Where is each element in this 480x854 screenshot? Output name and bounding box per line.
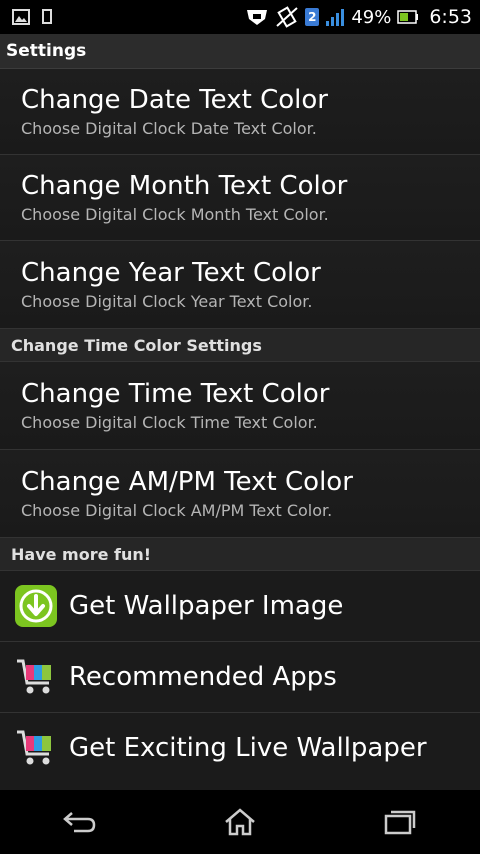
status-bar: 2 49% 6:53: [0, 0, 480, 34]
item-label: Get Wallpaper Image: [69, 591, 344, 621]
item-label: Recommended Apps: [69, 662, 337, 692]
shield-icon: [245, 7, 269, 27]
pref-date-text-color[interactable]: Change Date Text Color Choose Digital Cl…: [0, 69, 480, 155]
page-title: Settings: [6, 41, 87, 61]
pref-summary: Choose Digital Clock Date Text Color.: [21, 118, 317, 138]
pref-title: Change Year Text Color: [21, 257, 321, 288]
navigation-bar: [0, 790, 480, 854]
battery-percent: 49%: [351, 6, 392, 28]
pref-title: Change Month Text Color: [21, 170, 348, 201]
title-bar: Settings: [0, 34, 480, 69]
pref-title: Change AM/PM Text Color: [21, 466, 353, 497]
pref-summary: Choose Digital Clock AM/PM Text Color.: [21, 500, 333, 520]
gallery-notification-icon: [12, 9, 30, 25]
cart-icon: [13, 725, 59, 771]
item-label: Get Exciting Live Wallpaper: [69, 733, 427, 763]
recent-apps-icon[interactable]: [370, 797, 430, 847]
battery-icon: [397, 10, 419, 24]
sim-slot-icon: 2: [305, 8, 320, 26]
sd-card-notification-icon: [42, 9, 52, 25]
pref-year-text-color[interactable]: Change Year Text Color Choose Digital Cl…: [0, 241, 480, 329]
pref-title: Change Time Text Color: [21, 378, 330, 409]
pref-summary: Choose Digital Clock Month Text Color.: [21, 204, 329, 224]
home-icon[interactable]: [210, 797, 270, 847]
recommended-apps-item[interactable]: Recommended Apps: [0, 642, 480, 713]
back-icon[interactable]: [50, 797, 110, 847]
pref-ampm-text-color[interactable]: Change AM/PM Text Color Choose Digital C…: [0, 450, 480, 538]
get-wallpaper-image-item[interactable]: Get Wallpaper Image: [0, 571, 480, 642]
cart-icon: [13, 654, 59, 700]
vibrate-icon: [275, 6, 299, 28]
category-time-color: Change Time Color Settings: [0, 329, 480, 362]
pref-summary: Choose Digital Clock Time Text Color.: [21, 412, 318, 432]
download-icon: [13, 583, 59, 629]
signal-icon: [325, 7, 345, 27]
category-more-fun: Have more fun!: [0, 538, 480, 571]
pref-month-text-color[interactable]: Change Month Text Color Choose Digital C…: [0, 155, 480, 241]
pref-title: Change Date Text Color: [21, 84, 328, 115]
clock: 6:53: [429, 6, 472, 28]
live-wallpaper-item[interactable]: Get Exciting Live Wallpaper: [0, 713, 480, 783]
settings-list[interactable]: Change Date Text Color Choose Digital Cl…: [0, 69, 480, 790]
pref-time-text-color[interactable]: Change Time Text Color Choose Digital Cl…: [0, 362, 480, 450]
pref-summary: Choose Digital Clock Year Text Color.: [21, 291, 313, 311]
